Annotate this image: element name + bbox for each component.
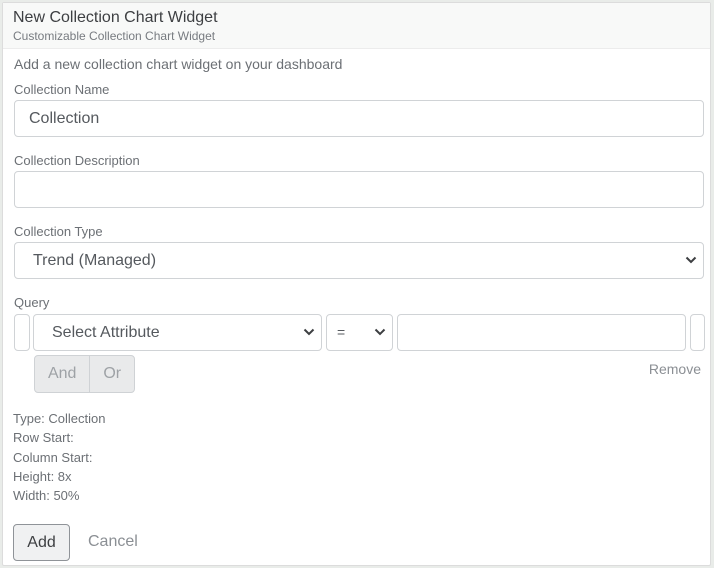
collection-type-select[interactable]: Trend (Managed) [14, 242, 704, 279]
collection-type-value: Trend (Managed) [33, 252, 157, 269]
collection-name-label: Collection Name [14, 82, 110, 97]
cancel-button[interactable]: Cancel [88, 533, 138, 551]
query-value-input[interactable] [397, 314, 686, 351]
info-type: Type: Collection [13, 411, 106, 426]
query-label: Query [14, 295, 50, 310]
chevron-down-icon [303, 328, 315, 336]
operator-select-value: = [337, 324, 346, 340]
and-button[interactable]: And [35, 356, 91, 392]
form-intro: Add a new collection chart widget on you… [14, 56, 343, 72]
collection-description-label: Collection Description [14, 153, 140, 168]
query-right-paren[interactable] [690, 314, 705, 351]
query-left-paren[interactable] [14, 314, 30, 351]
info-row-start: Row Start: [13, 430, 74, 445]
chevron-down-icon [374, 328, 386, 336]
operator-select[interactable]: = [326, 314, 393, 351]
collection-description-input[interactable] [14, 171, 704, 208]
card-subtitle: Customizable Collection Chart Widget [13, 29, 216, 43]
card-title: New Collection Chart Widget [13, 9, 218, 26]
attribute-select[interactable]: Select Attribute [33, 314, 322, 351]
info-column-start: Column Start: [13, 450, 93, 465]
info-height: Height: 8x [13, 469, 72, 484]
collection-type-label: Collection Type [14, 224, 103, 239]
logic-button-group: And Or [34, 355, 135, 393]
widget-form-card: New Collection Chart Widget Customizable… [2, 2, 711, 566]
card-header: New Collection Chart Widget Customizable… [3, 3, 710, 49]
attribute-select-value: Select Attribute [52, 324, 160, 341]
add-button[interactable]: Add [13, 524, 70, 561]
remove-query-link[interactable]: Remove [649, 361, 701, 377]
collection-name-input[interactable]: Collection [14, 100, 704, 137]
or-button[interactable]: Or [90, 356, 134, 392]
info-width: Width: 50% [13, 488, 80, 503]
chevron-down-icon [685, 256, 697, 264]
